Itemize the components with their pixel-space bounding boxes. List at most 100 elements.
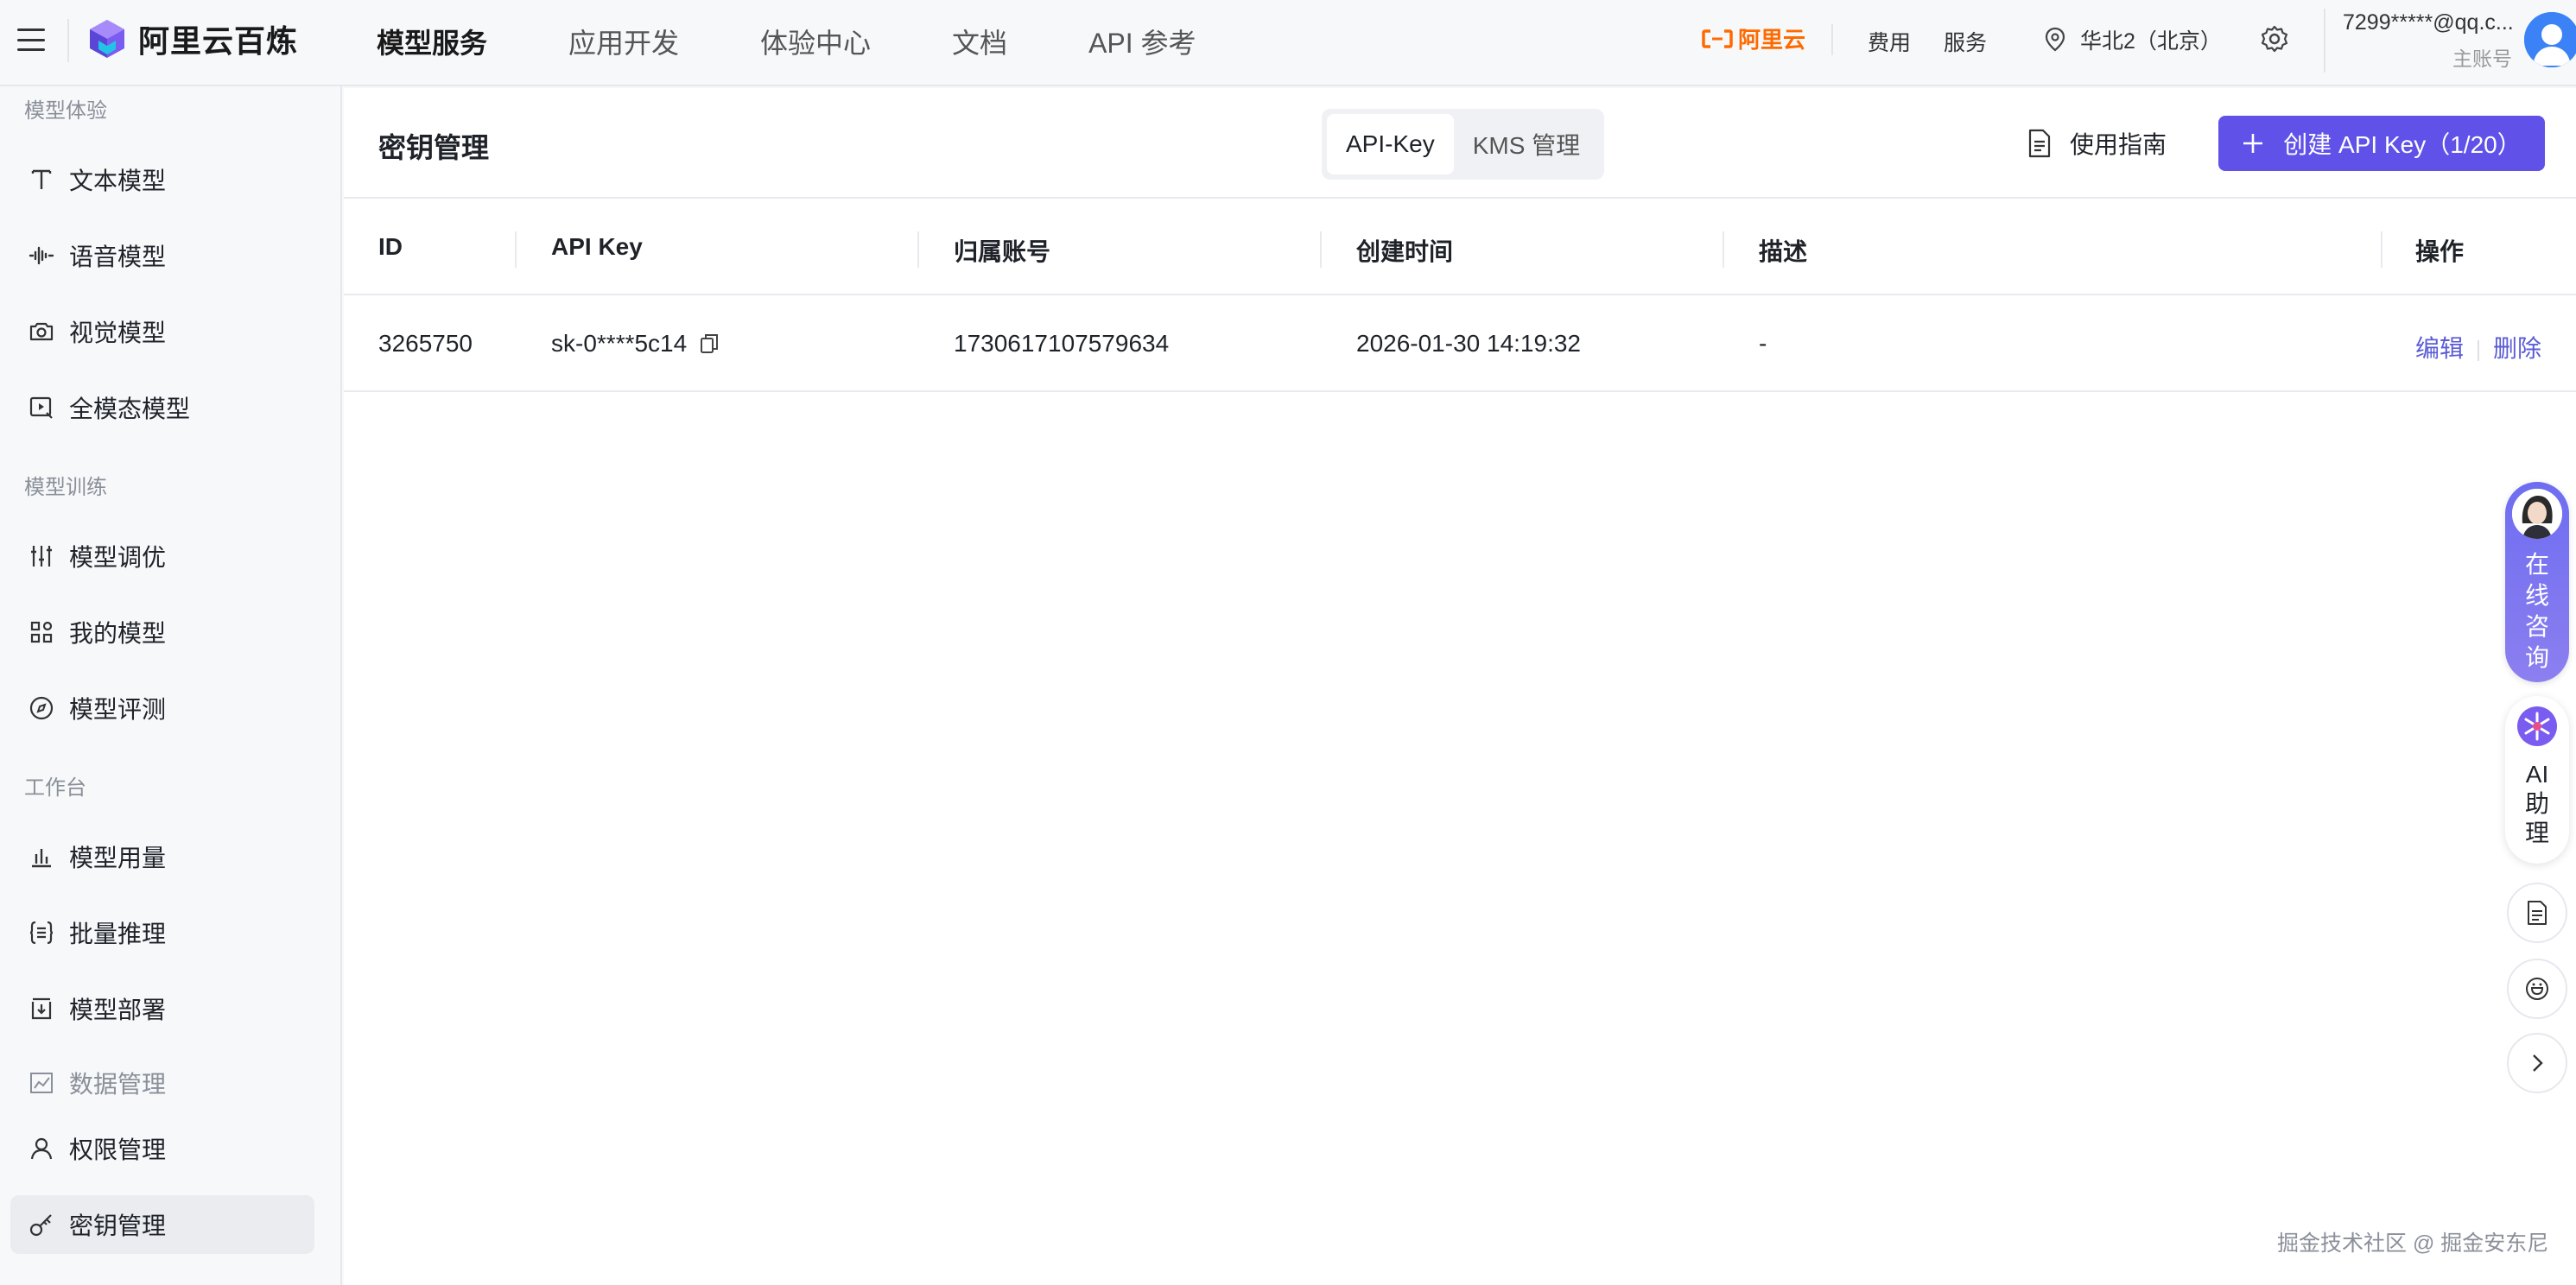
sidebar-item-text-model[interactable]: 文本模型 xyxy=(10,150,314,209)
sidebar-item-omni-model[interactable]: 全模态模型 xyxy=(10,378,314,437)
sliders-icon xyxy=(31,546,52,567)
sidebar-item-deployment[interactable]: 模型部署 xyxy=(10,979,314,1038)
plus-icon xyxy=(2243,134,2263,153)
sidebar-item-fine-tune[interactable]: 模型调优 xyxy=(10,527,314,586)
nav-experience-center[interactable]: 体验中心 xyxy=(760,22,871,61)
main-panel: 密钥管理 API-Key KMS 管理 使用指南 创建 API Key（1/20… xyxy=(344,88,2576,1285)
cell-api-key: sk-0****5c14 xyxy=(551,330,720,358)
account-email: 7299*****@qq.c... xyxy=(2343,10,2514,35)
camera-icon xyxy=(29,322,54,341)
docs-float-button[interactable] xyxy=(2507,883,2567,943)
ai-char: 理 xyxy=(2524,820,2549,846)
sidebar-item-data-management[interactable]: 数据管理 xyxy=(10,1054,314,1112)
column-header-created: 创建时间 xyxy=(1356,238,1454,265)
create-api-key-button[interactable]: 创建 API Key（1/20） xyxy=(2218,116,2545,171)
sidebar-group-experience: 模型体验 xyxy=(24,99,107,123)
tab-kms[interactable]: KMS 管理 xyxy=(1454,114,1599,174)
edit-link[interactable]: 编辑 xyxy=(2415,335,2464,362)
delete-link[interactable]: 删除 xyxy=(2493,335,2541,362)
page-title: 密钥管理 xyxy=(378,132,490,163)
column-header-account: 归属账号 xyxy=(954,238,1051,265)
column-divider xyxy=(1320,231,1322,268)
feedback-float-button[interactable] xyxy=(2507,959,2567,1019)
column-header-desc: 描述 xyxy=(1759,238,1808,265)
page-header: 密钥管理 API-Key KMS 管理 使用指南 创建 API Key（1/20… xyxy=(344,88,2576,199)
ai-char: AI xyxy=(2525,761,2549,788)
nav-docs[interactable]: 文档 xyxy=(952,22,1007,61)
sidebar-item-vision-model[interactable]: 视觉模型 xyxy=(10,302,314,361)
ai-char: 助 xyxy=(2524,790,2549,817)
divider xyxy=(67,19,69,62)
online-consult-label: 在 线 咨 询 xyxy=(2522,549,2552,674)
menu-icon[interactable] xyxy=(16,24,47,55)
consult-char: 询 xyxy=(2524,644,2549,671)
sidebar-item-label: 我的模型 xyxy=(69,620,167,647)
sidebar-item-permissions[interactable]: 权限管理 xyxy=(10,1119,314,1178)
smiley-icon xyxy=(2526,978,2548,1000)
nav-api-reference[interactable]: API 参考 xyxy=(1088,22,1196,61)
tab-api-key[interactable]: API-Key xyxy=(1327,114,1454,174)
sidebar-item-label: 全模态模型 xyxy=(69,396,191,422)
nav-model-service[interactable]: 模型服务 xyxy=(377,22,487,61)
user-avatar-icon xyxy=(2524,12,2576,67)
bar-chart-icon xyxy=(32,849,51,868)
gear-icon[interactable] xyxy=(2260,24,2289,54)
aliyun-link[interactable]: 阿里云 xyxy=(1702,22,1805,54)
sidebar-item-key-management[interactable]: 密钥管理 xyxy=(10,1195,314,1254)
divider xyxy=(1831,24,1833,55)
consult-char: 在 xyxy=(2524,551,2549,578)
sidebar-group-training: 模型训练 xyxy=(24,476,107,499)
line-chart-icon xyxy=(30,1073,53,1093)
account-role: 主账号 xyxy=(2452,47,2512,70)
action-divider xyxy=(2478,339,2480,361)
avatar[interactable] xyxy=(2524,12,2576,67)
omni-play-icon xyxy=(29,396,53,419)
copy-icon[interactable] xyxy=(699,332,720,355)
account-info[interactable]: 7299*****@qq.c... 主账号 xyxy=(2343,10,2514,72)
sidebar-item-my-models[interactable]: 我的模型 xyxy=(10,603,314,661)
brand[interactable]: 阿里云百炼 xyxy=(86,17,298,60)
sidebar-item-evaluation[interactable]: 模型评测 xyxy=(10,679,314,737)
sidebar-item-label: 模型用量 xyxy=(69,845,167,871)
sidebar-item-label: 模型部署 xyxy=(69,997,167,1023)
user-icon xyxy=(30,1137,53,1160)
agent-avatar xyxy=(2512,489,2562,539)
compass-icon xyxy=(29,696,54,720)
location-pin-icon xyxy=(2045,27,2065,52)
key-type-tabs: API-Key KMS 管理 xyxy=(1322,109,1605,180)
sidebar-item-label: 批量推理 xyxy=(69,921,167,947)
ai-assistant-button[interactable]: AI 助 理 xyxy=(2505,696,2569,864)
table-row: 3265750 sk-0****5c14 1730617107579634 20… xyxy=(344,297,2576,392)
audio-wave-icon xyxy=(29,246,54,265)
consult-char: 咨 xyxy=(2524,613,2549,640)
grid-shapes-icon xyxy=(30,621,53,643)
cell-account: 1730617107579634 xyxy=(954,330,1170,357)
sidebar: 模型体验 文本模型 语音模型 视觉模型 全模态模型 模型训练 模型调优 我的模型… xyxy=(0,86,342,1285)
agent-portrait-icon xyxy=(2512,489,2562,539)
column-divider xyxy=(2381,231,2382,268)
collapse-float-button[interactable] xyxy=(2507,1033,2567,1093)
chevron-right-icon xyxy=(2533,1054,2543,1072)
aliyun-label: 阿里云 xyxy=(1738,27,1806,53)
sidebar-item-usage[interactable]: 模型用量 xyxy=(10,827,314,886)
sidebar-item-batch-inference[interactable]: 批量推理 xyxy=(10,903,314,962)
usage-guide-link[interactable]: 使用指南 xyxy=(2027,126,2167,161)
sidebar-item-label: 密钥管理 xyxy=(69,1212,167,1239)
top-header: 阿里云百炼 模型服务 应用开发 体验中心 文档 API 参考 阿里云 费用 服务… xyxy=(0,0,2576,86)
key-icon xyxy=(29,1214,52,1237)
sidebar-item-audio-model[interactable]: 语音模型 xyxy=(10,226,314,285)
region-selector[interactable]: 华北2（北京） xyxy=(2044,24,2222,55)
document-icon xyxy=(2028,129,2051,158)
online-consult-button[interactable]: 在 线 咨 询 xyxy=(2505,482,2569,682)
nav-app-dev[interactable]: 应用开发 xyxy=(568,22,679,61)
sidebar-item-label: 模型调优 xyxy=(69,544,167,571)
brand-name: 阿里云百炼 xyxy=(138,23,299,59)
aliyun-logo-icon xyxy=(1702,28,1733,48)
sidebar-item-label: 语音模型 xyxy=(69,244,167,270)
service-link[interactable]: 服务 xyxy=(1944,26,1987,57)
cell-description: - xyxy=(1759,330,1767,357)
watermark: 掘金技术社区 @ 掘金安东尼 xyxy=(2277,1231,2549,1256)
ai-assistant-label: AI 助 理 xyxy=(2505,760,2569,848)
fees-link[interactable]: 费用 xyxy=(1868,26,1911,57)
sidebar-item-label: 数据管理 xyxy=(69,1071,167,1098)
